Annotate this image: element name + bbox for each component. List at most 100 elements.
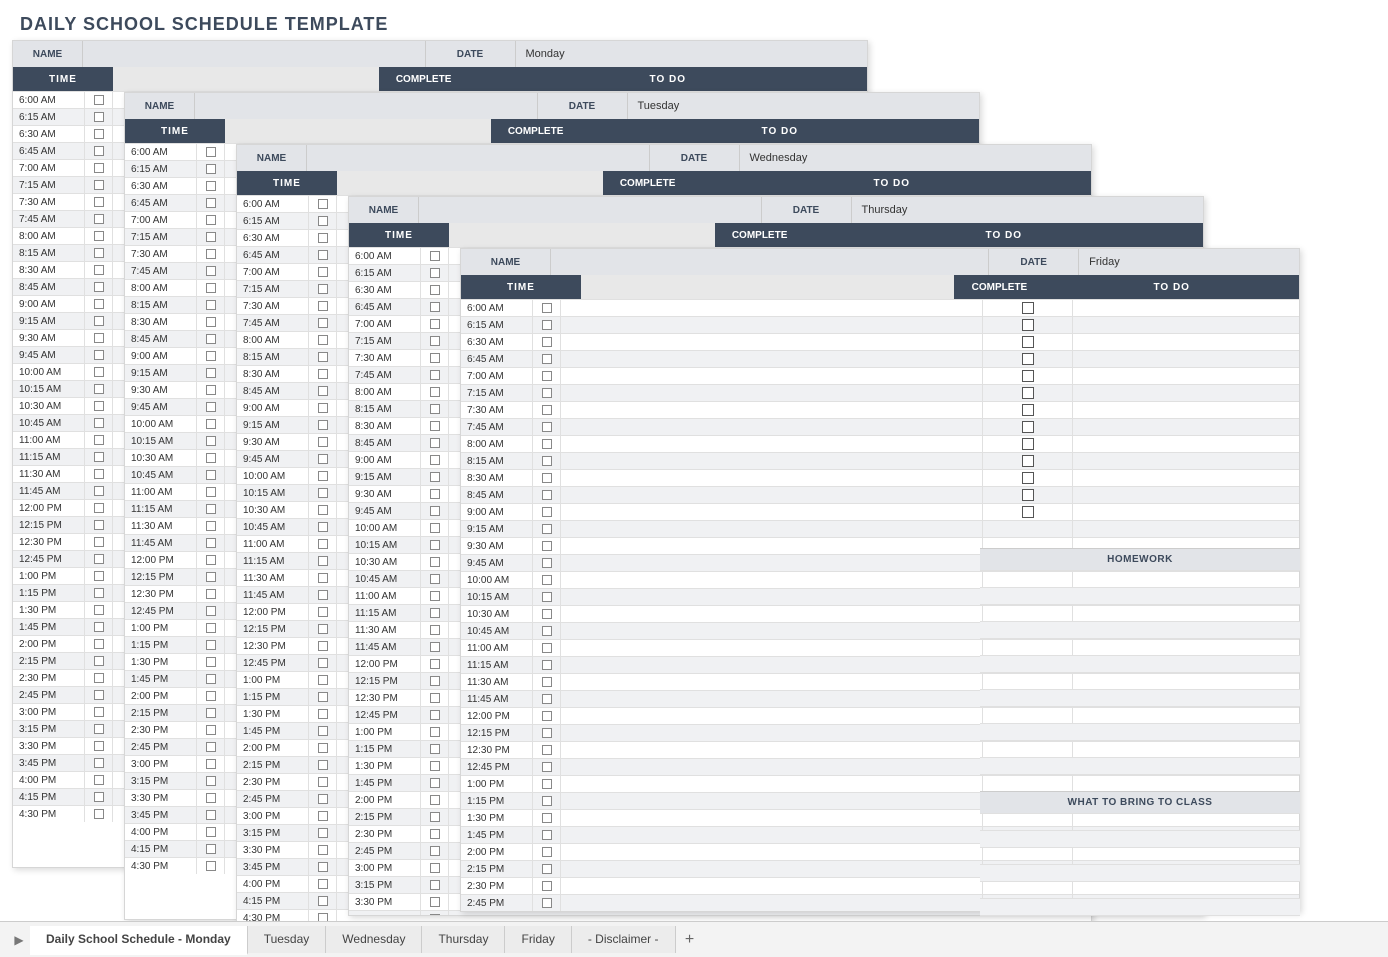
row-checkbox[interactable]: [533, 589, 561, 605]
row-checkbox[interactable]: [309, 876, 337, 892]
tab-scroll-left-icon[interactable]: ▶: [8, 929, 30, 951]
row-checkbox[interactable]: [533, 402, 561, 418]
todo-cell[interactable]: [1073, 419, 1299, 435]
name-field[interactable]: [307, 145, 650, 171]
row-checkbox[interactable]: [85, 211, 113, 227]
row-checkbox[interactable]: [85, 466, 113, 482]
row-checkbox[interactable]: [421, 401, 449, 417]
row-checkbox[interactable]: [309, 604, 337, 620]
row-checkbox[interactable]: [309, 791, 337, 807]
complete-checkbox[interactable]: [983, 385, 1073, 401]
tab-wednesday[interactable]: Wednesday: [326, 926, 422, 953]
todo-cell[interactable]: [1073, 521, 1299, 537]
row-checkbox[interactable]: [309, 332, 337, 348]
row-checkbox[interactable]: [421, 809, 449, 825]
row-checkbox[interactable]: [421, 248, 449, 264]
row-checkbox[interactable]: [309, 655, 337, 671]
row-checkbox[interactable]: [421, 520, 449, 536]
complete-checkbox[interactable]: [983, 436, 1073, 452]
schedule-cell[interactable]: [561, 759, 983, 775]
schedule-cell[interactable]: [561, 861, 983, 877]
row-checkbox[interactable]: [309, 570, 337, 586]
row-checkbox[interactable]: [421, 792, 449, 808]
row-checkbox[interactable]: [197, 331, 225, 347]
schedule-cell[interactable]: [561, 402, 983, 418]
row-checkbox[interactable]: [85, 704, 113, 720]
schedule-cell[interactable]: [561, 640, 983, 656]
row-checkbox[interactable]: [421, 673, 449, 689]
schedule-cell[interactable]: [561, 844, 983, 860]
row-checkbox[interactable]: [197, 365, 225, 381]
tab-tuesday[interactable]: Tuesday: [248, 926, 327, 953]
row-checkbox[interactable]: [197, 637, 225, 653]
row-checkbox[interactable]: [85, 160, 113, 176]
todo-cell[interactable]: [1073, 334, 1299, 350]
complete-checkbox[interactable]: [983, 453, 1073, 469]
schedule-cell[interactable]: [561, 674, 983, 690]
row-checkbox[interactable]: [421, 758, 449, 774]
row-checkbox[interactable]: [197, 705, 225, 721]
row-checkbox[interactable]: [533, 793, 561, 809]
todo-cell[interactable]: [1073, 385, 1299, 401]
row-checkbox[interactable]: [197, 178, 225, 194]
row-checkbox[interactable]: [533, 844, 561, 860]
name-field[interactable]: [83, 41, 426, 67]
row-checkbox[interactable]: [309, 502, 337, 518]
schedule-cell[interactable]: [561, 691, 983, 707]
todo-cell[interactable]: [1073, 436, 1299, 452]
row-checkbox[interactable]: [197, 263, 225, 279]
row-checkbox[interactable]: [533, 606, 561, 622]
row-checkbox[interactable]: [85, 483, 113, 499]
row-checkbox[interactable]: [421, 588, 449, 604]
row-checkbox[interactable]: [533, 300, 561, 316]
row-checkbox[interactable]: [421, 537, 449, 553]
row-checkbox[interactable]: [309, 859, 337, 875]
row-checkbox[interactable]: [309, 672, 337, 688]
row-checkbox[interactable]: [197, 161, 225, 177]
row-checkbox[interactable]: [85, 636, 113, 652]
complete-checkbox[interactable]: [983, 487, 1073, 503]
row-checkbox[interactable]: [85, 432, 113, 448]
row-checkbox[interactable]: [421, 350, 449, 366]
row-checkbox[interactable]: [85, 177, 113, 193]
row-checkbox[interactable]: [421, 724, 449, 740]
row-checkbox[interactable]: [533, 861, 561, 877]
row-checkbox[interactable]: [85, 534, 113, 550]
row-checkbox[interactable]: [533, 827, 561, 843]
row-checkbox[interactable]: [197, 841, 225, 857]
row-checkbox[interactable]: [197, 790, 225, 806]
row-checkbox[interactable]: [85, 364, 113, 380]
row-checkbox[interactable]: [421, 316, 449, 332]
row-checkbox[interactable]: [197, 501, 225, 517]
row-checkbox[interactable]: [85, 415, 113, 431]
schedule-cell[interactable]: [561, 742, 983, 758]
row-checkbox[interactable]: [309, 468, 337, 484]
row-checkbox[interactable]: [309, 213, 337, 229]
complete-checkbox[interactable]: [983, 368, 1073, 384]
row-checkbox[interactable]: [85, 687, 113, 703]
row-checkbox[interactable]: [533, 691, 561, 707]
row-checkbox[interactable]: [85, 568, 113, 584]
schedule-cell[interactable]: [561, 827, 983, 843]
row-checkbox[interactable]: [85, 109, 113, 125]
row-checkbox[interactable]: [533, 453, 561, 469]
row-checkbox[interactable]: [421, 690, 449, 706]
row-checkbox[interactable]: [421, 418, 449, 434]
schedule-cell[interactable]: [561, 895, 983, 911]
row-checkbox[interactable]: [85, 738, 113, 754]
row-checkbox[interactable]: [85, 228, 113, 244]
row-checkbox[interactable]: [309, 434, 337, 450]
row-checkbox[interactable]: [533, 436, 561, 452]
row-checkbox[interactable]: [309, 451, 337, 467]
schedule-cell[interactable]: [561, 657, 983, 673]
schedule-cell[interactable]: [561, 334, 983, 350]
row-checkbox[interactable]: [309, 400, 337, 416]
row-checkbox[interactable]: [85, 585, 113, 601]
row-checkbox[interactable]: [197, 246, 225, 262]
row-checkbox[interactable]: [533, 623, 561, 639]
todo-cell[interactable]: [1073, 504, 1299, 520]
row-checkbox[interactable]: [533, 810, 561, 826]
schedule-cell[interactable]: [561, 487, 983, 503]
row-checkbox[interactable]: [197, 858, 225, 874]
schedule-cell[interactable]: [561, 368, 983, 384]
